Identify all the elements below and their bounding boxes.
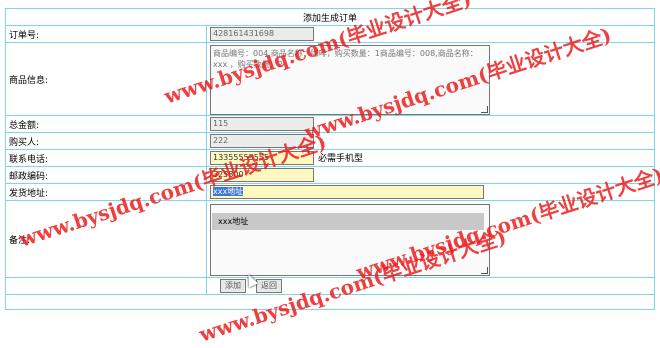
address-autocomplete-option[interactable]: xxx地址	[212, 213, 484, 230]
row-order-no: 订单号: 428161431698	[5, 25, 655, 43]
postcode-input[interactable]: 325800	[210, 168, 314, 182]
remark-label: 备注:	[5, 200, 207, 278]
resize-grip-icon[interactable]	[481, 267, 488, 274]
phone-label: 联系电话:	[5, 149, 207, 167]
form-title: 添加生成订单	[5, 8, 655, 26]
row-buyer: 购买人: 222	[5, 132, 655, 150]
row-product-info: 商品信息: 商品编号：004,商品名称：咖啡，购买数量：1商品编号：008,商品…	[5, 42, 655, 116]
back-button[interactable]: 返回	[256, 279, 282, 293]
footer-cell	[5, 294, 655, 310]
order-form: 添加生成订单 订单号: 428161431698 商品信息: 商品编号：004,…	[5, 8, 655, 310]
address-label: 发货地址:	[5, 183, 207, 201]
address-input[interactable]: xxx地址	[210, 185, 484, 199]
buttons-empty-cell	[5, 277, 207, 295]
total-label: 总金额:	[5, 115, 207, 133]
row-postcode: 邮政编码: 325800	[5, 166, 655, 184]
product-info-text: 商品编号：004,商品名称：咖啡，购买数量：1商品编号：008,商品名称： xx…	[213, 49, 478, 69]
product-info-label: 商品信息:	[5, 42, 207, 116]
phone-input[interactable]: 13355555555	[210, 151, 314, 166]
row-total: 总金额: 115	[5, 115, 655, 133]
total-input[interactable]: 115	[210, 117, 314, 131]
buyer-label: 购买人:	[5, 132, 207, 150]
form-title-row: 添加生成订单	[5, 8, 655, 26]
order-no-label: 订单号:	[5, 25, 207, 43]
row-phone: 联系电话: 13355555555 必需手机型	[5, 149, 655, 167]
order-no-input[interactable]: 428161431698	[210, 27, 314, 41]
row-footer	[5, 294, 655, 310]
row-buttons: 添加 返回	[5, 277, 655, 295]
buyer-input[interactable]: 222	[210, 134, 314, 148]
add-button[interactable]: 添加	[220, 279, 246, 293]
row-address: 发货地址: xxx地址	[5, 183, 655, 201]
page-frame: 添加生成订单 订单号: 428161431698 商品信息: 商品编号：004,…	[0, 0, 660, 347]
address-selected-text: xxx地址	[213, 187, 244, 196]
product-info-textarea[interactable]: 商品编号：004,商品名称：咖啡，购买数量：1商品编号：008,商品名称： xx…	[210, 45, 490, 115]
phone-hint: 必需手机型	[318, 153, 364, 164]
resize-grip-icon[interactable]	[481, 106, 488, 113]
postcode-label: 邮政编码:	[5, 166, 207, 184]
